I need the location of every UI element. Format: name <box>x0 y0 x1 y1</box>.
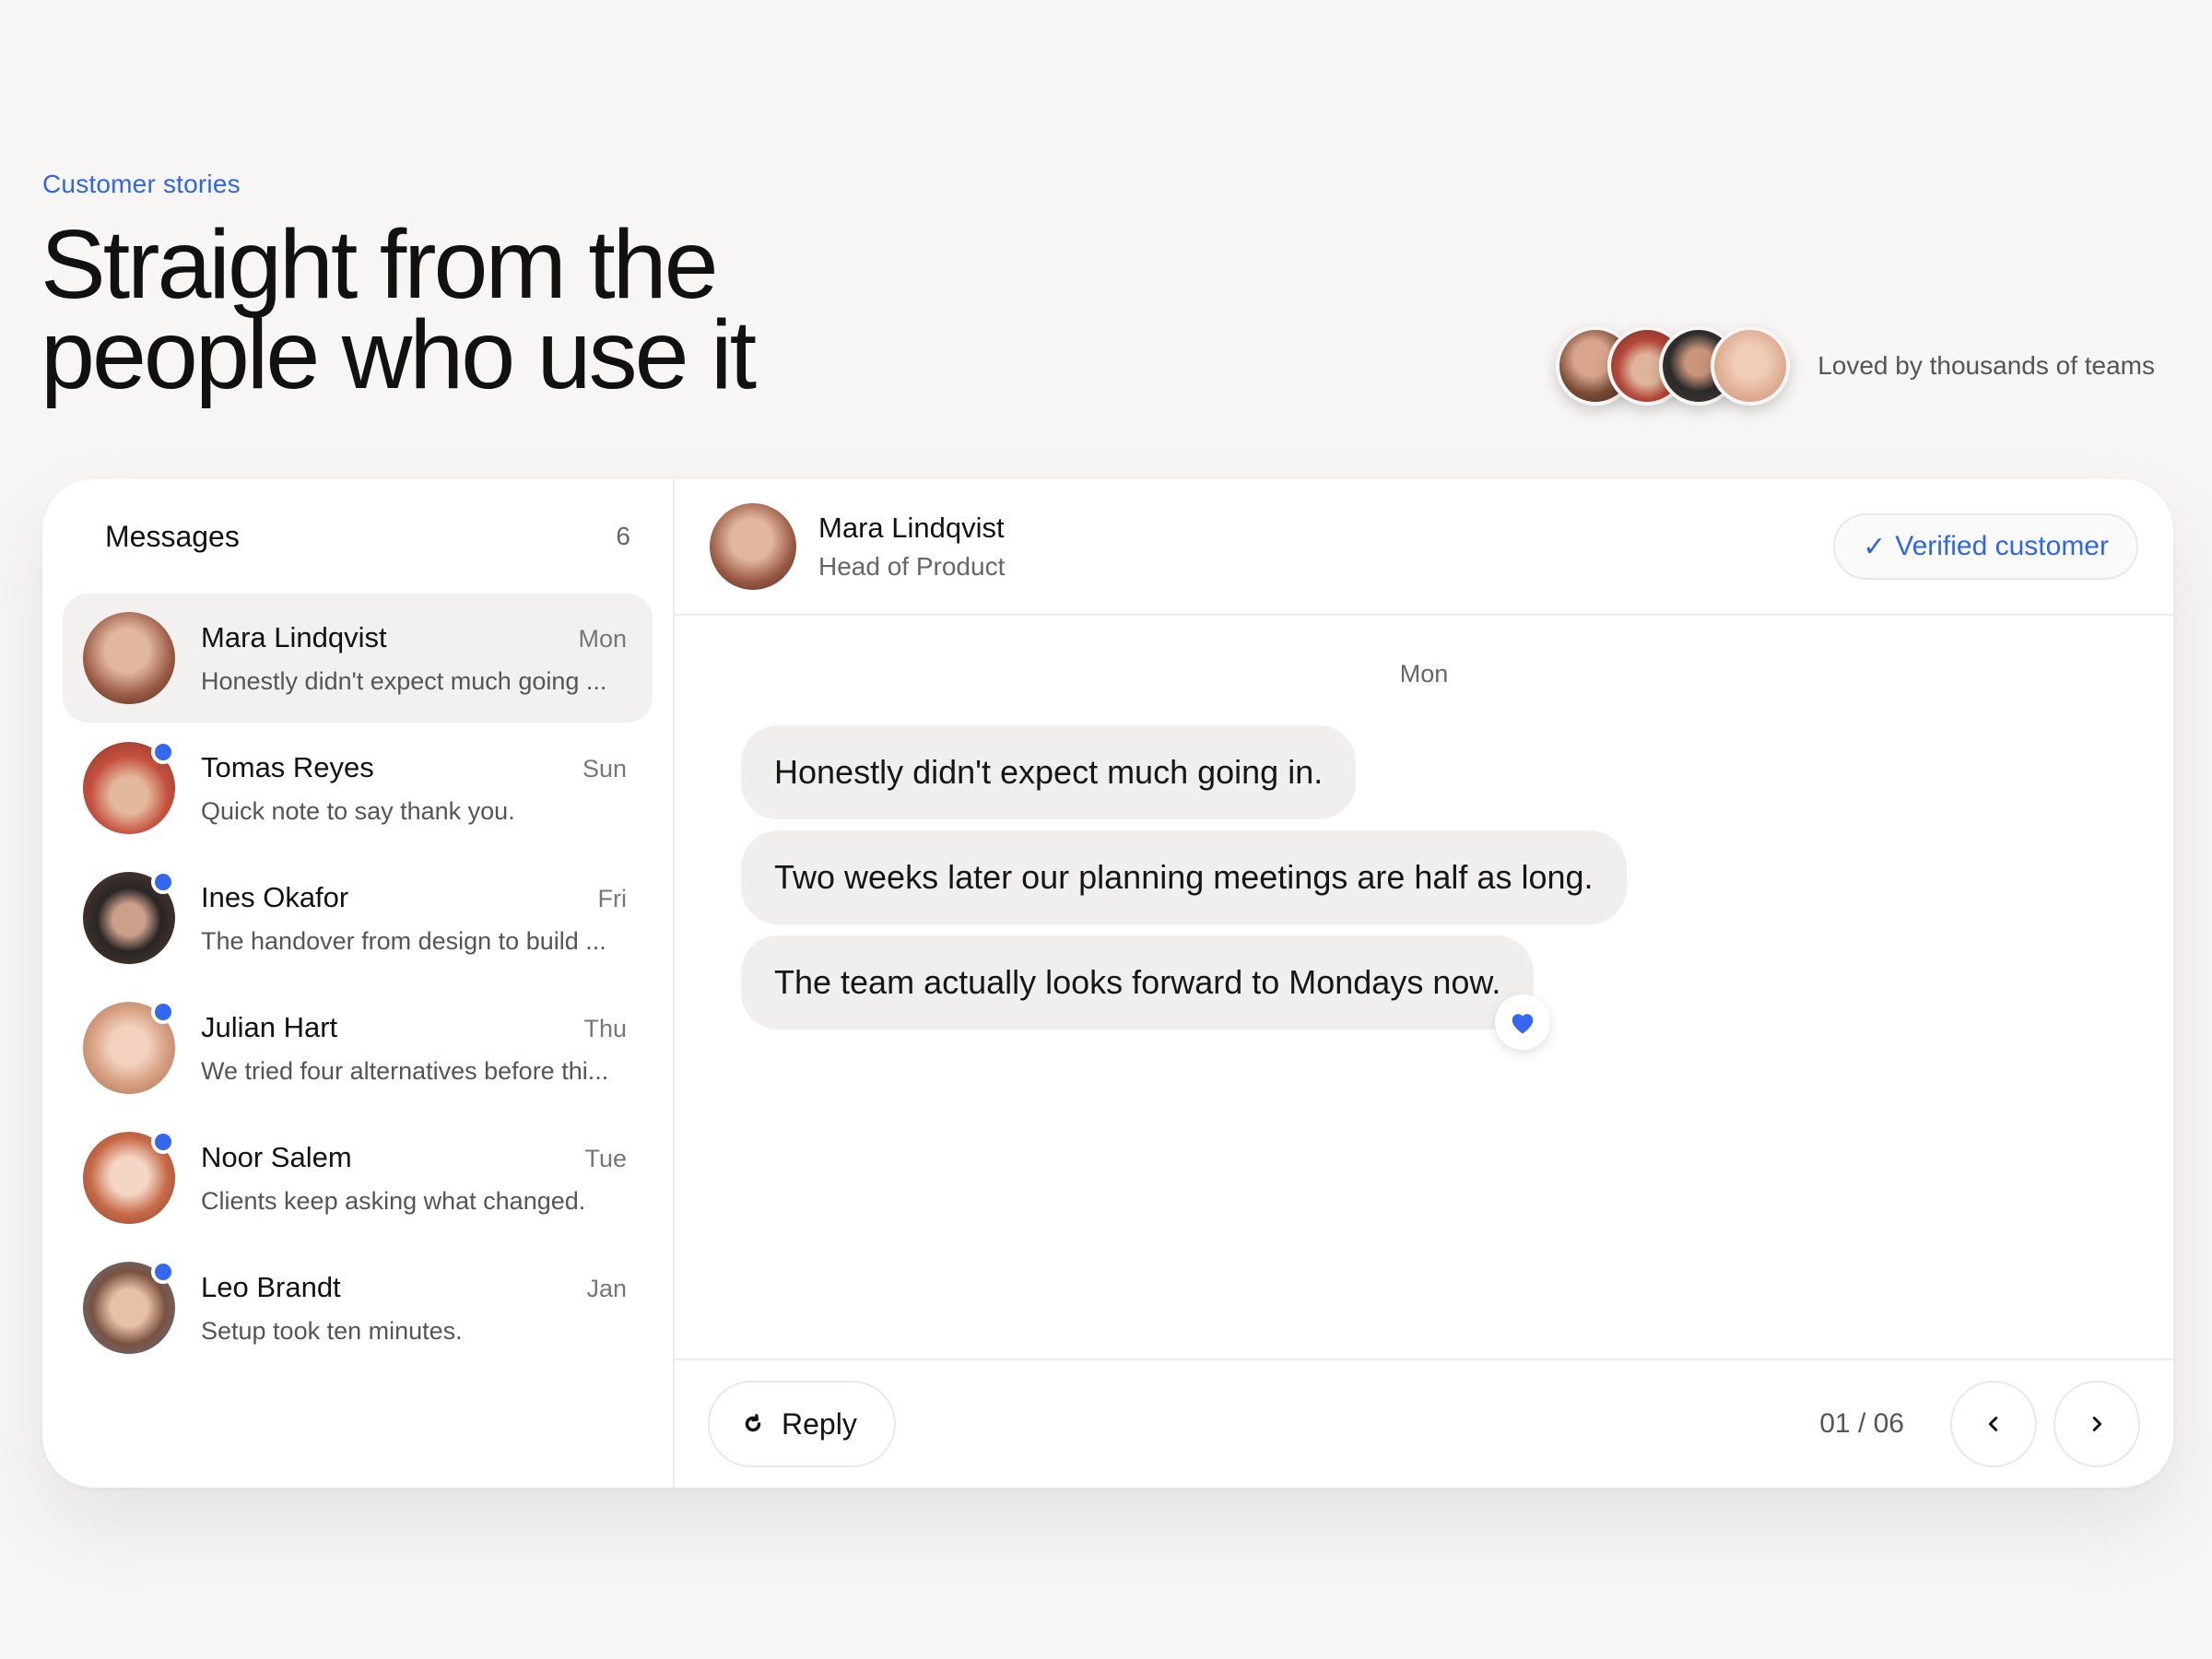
thread-day: Tue <box>584 1144 627 1172</box>
thread-item[interactable]: Ines Okafor Fri The handover from design… <box>63 853 653 982</box>
reaction-badge[interactable] <box>1495 994 1551 1050</box>
thread-name: Julian Hart <box>201 1010 338 1043</box>
chevron-left-icon <box>1988 1417 1998 1431</box>
unread-dot <box>151 740 175 764</box>
thread-day: Fri <box>597 884 627 912</box>
conversation-pane: Mara Lindqvist Head of Product ✓ Verifie… <box>675 479 2173 1488</box>
day-separator: Mon <box>1399 660 1449 688</box>
conversation-header: Mara Lindqvist Head of Product ✓ Verifie… <box>675 479 2173 616</box>
thread-avatar <box>83 1000 175 1094</box>
message-text: The team actually looks forward to Monda… <box>774 963 1501 1001</box>
thread-avatar <box>83 612 175 704</box>
checkmark-icon: ✓ <box>1863 531 1887 562</box>
message-bubble: Two weeks later our planning meetings ar… <box>741 830 1627 924</box>
eyebrow-label: Customer stories <box>42 170 241 198</box>
avatar <box>1711 326 1791 406</box>
unread-dot <box>151 1260 175 1284</box>
thread-day: Thu <box>583 1014 627 1042</box>
thread-item[interactable]: Noor Salem Tue Clients keep asking what … <box>63 1113 653 1242</box>
thread-item[interactable]: Leo Brandt Jan Setup took ten minutes. <box>63 1243 653 1372</box>
reply-icon <box>745 1414 761 1432</box>
thread-name: Ines Okafor <box>201 880 349 913</box>
chevron-right-icon <box>2092 1417 2102 1431</box>
message-count: 6 <box>616 522 630 550</box>
thread-day: Mon <box>578 624 627 653</box>
page-title-line-2: people who use it <box>41 300 757 409</box>
page-counter: 01 / 06 <box>1819 1408 1904 1439</box>
thread-preview: Clients keep asking what changed. <box>201 1186 586 1215</box>
thread-avatar <box>83 1130 175 1224</box>
thread-preview: We tried four alternatives before thi... <box>201 1056 609 1085</box>
thread-avatar <box>83 1260 175 1354</box>
unread-dot <box>151 1130 175 1154</box>
heart-icon <box>1512 1014 1534 1034</box>
thread-name: Noor Salem <box>201 1140 352 1173</box>
thread-preview: The handover from design to build ... <box>201 926 606 955</box>
social-proof-text: Loved by thousands of teams <box>1818 351 2155 380</box>
thread-day: Jan <box>586 1274 627 1302</box>
message-bubble: Honestly didn't expect much going in. <box>741 725 1357 819</box>
contact-role: Head of Product <box>818 552 1006 581</box>
sidebar-title: Messages <box>105 519 240 553</box>
thread-preview: Quick note to say thank you. <box>201 796 515 825</box>
thread-name: Mara Lindqvist <box>201 620 387 653</box>
thread-item[interactable]: Mara Lindqvist Mon Honestly didn't expec… <box>63 594 653 723</box>
thread-preview: Setup took ten minutes. <box>201 1316 463 1345</box>
messages-card: Messages 6 Mara Lindqvist Mon Honestly d… <box>42 479 2173 1488</box>
thread-avatar <box>83 870 175 964</box>
social-proof: Loved by thousands of teams <box>1556 326 2155 406</box>
avatar-stack <box>1556 326 1791 406</box>
reply-button[interactable]: Reply <box>708 1381 896 1467</box>
verified-badge: ✓ Verified customer <box>1833 513 2138 580</box>
thread-item[interactable]: Tomas Reyes Sun Quick note to say thank … <box>63 724 653 853</box>
sidebar-header: Messages 6 <box>63 479 653 594</box>
conversation-footer: Reply 01 / 06 <box>675 1359 2173 1488</box>
page-title: Straight from the people who use it <box>41 216 870 404</box>
next-button[interactable] <box>2053 1381 2140 1467</box>
thread-item[interactable]: Julian Hart Thu We tried four alternativ… <box>63 983 653 1112</box>
thread-name: Tomas Reyes <box>201 750 374 783</box>
pager: 01 / 06 <box>1819 1381 2140 1467</box>
message-thread: Honestly didn't expect much going in. Tw… <box>675 688 2173 1050</box>
unread-dot <box>151 1000 175 1024</box>
reply-label: Reply <box>782 1406 857 1441</box>
thread-preview: Honestly didn't expect much going ... <box>201 666 607 695</box>
thread-name: Leo Brandt <box>201 1270 341 1303</box>
verified-label: Verified customer <box>1895 531 2109 561</box>
message-bubble-last: The team actually looks forward to Monda… <box>741 935 1551 1050</box>
message-list: Messages 6 Mara Lindqvist Mon Honestly d… <box>42 479 675 1488</box>
contact-avatar <box>710 503 796 590</box>
thread-day: Sun <box>582 754 627 782</box>
thread-avatar <box>83 740 175 834</box>
unread-dot <box>151 870 175 894</box>
contact-name: Mara Lindqvist <box>818 512 1005 544</box>
previous-button[interactable] <box>1950 1381 2037 1467</box>
avatar <box>83 612 175 704</box>
